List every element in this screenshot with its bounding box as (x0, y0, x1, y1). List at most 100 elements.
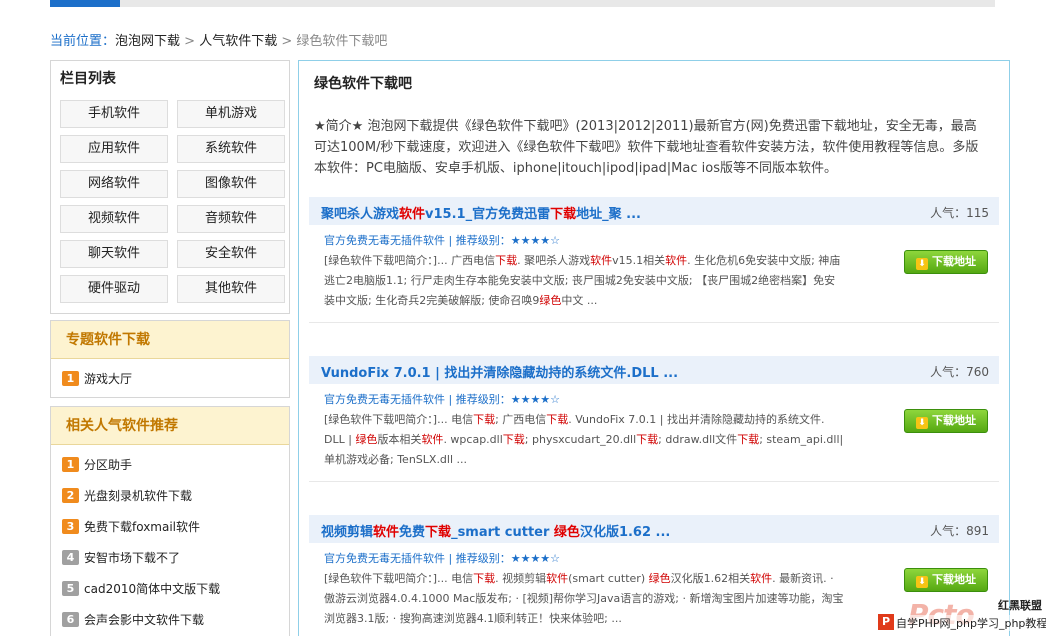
meta-tags-link[interactable]: 官方免费无毒无插件软件 (324, 393, 445, 406)
category-button[interactable]: 图像软件 (177, 170, 285, 198)
rank-badge: 5 (62, 581, 79, 596)
list-item[interactable]: 1 分区助手 (62, 454, 289, 485)
meta-tags-link[interactable]: 官方免费无毒无插件软件 (324, 552, 445, 565)
list-item[interactable]: 3 免费下载foxmail软件 (62, 516, 289, 547)
desc-part: 软件 (421, 433, 444, 446)
title-part: v15.1_官方免费迅雷 (425, 207, 551, 222)
title-part: 下载 (550, 207, 577, 222)
related-panel-title: 相关人气软件推荐 (51, 407, 289, 445)
title-part: 地址_聚 ... (576, 207, 641, 222)
top-nav-bar (50, 0, 995, 7)
list-item-link[interactable]: 安智市场下载不了 (84, 551, 180, 565)
category-button[interactable]: 应用软件 (60, 135, 168, 163)
desc-part: 版本相关 (377, 433, 422, 446)
list-item[interactable]: 1 游戏大厅 (62, 368, 289, 399)
breadcrumb-link-home[interactable]: 泡泡网下载 (115, 34, 180, 49)
desc-part: 汉化版1.62相关 (670, 572, 751, 585)
category-button[interactable]: 手机软件 (60, 100, 168, 128)
entry-meta: 官方免费无毒无插件软件 | 推荐级别：★★★★☆ (324, 232, 560, 248)
breadcrumb-current: 绿色软件下载吧 (296, 34, 388, 49)
popularity-count: 人气：891 (930, 524, 989, 538)
category-button[interactable]: 硬件驱动 (60, 275, 168, 303)
list-item-link[interactable]: 分区助手 (84, 458, 132, 472)
top-nav-active-tab[interactable] (50, 0, 120, 7)
entry-description: [绿色软件下载吧简介：]... 电信下载; 广西电信下载. VundoFix 7… (324, 410, 844, 470)
meta-separator: | (448, 234, 453, 247)
entry-header: 视频剪辑软件免费下载_smart cutter 绿色汉化版1.62 ... 人气：… (309, 515, 999, 543)
list-item-link[interactable]: 免费下载foxmail软件 (84, 520, 200, 534)
watermark-site: 自学PHP网_php学习_php教程 (896, 615, 1046, 631)
category-button[interactable]: 视频软件 (60, 205, 168, 233)
desc-part: ; physxcudart_20.dll (524, 433, 637, 446)
desc-part: 中文 ... (561, 294, 598, 307)
title-part: 绿色 (553, 525, 580, 540)
list-item[interactable]: 6 会声会影中文软件下载 (62, 609, 289, 636)
desc-part: 软件 (665, 254, 688, 267)
list-item[interactable]: 2 光盘刻录机软件下载 (62, 485, 289, 516)
desc-part: (smart cutter) (568, 572, 649, 585)
desc-part: 软件 (546, 572, 569, 585)
topic-panel: 专题软件下载 1 游戏大厅 (50, 320, 290, 398)
list-item[interactable]: 4 安智市场下载不了 (62, 547, 289, 578)
rating-label: 推荐级别： (455, 393, 511, 406)
download-label: 下载地址 (932, 414, 976, 427)
category-button[interactable]: 安全软件 (177, 240, 285, 268)
rank-badge: 4 (62, 550, 79, 565)
desc-part: 下载 (473, 413, 496, 426)
list-item-link[interactable]: 会声会影中文软件下载 (84, 613, 204, 627)
desc-part: 下载 (502, 433, 525, 446)
breadcrumb-link-popular[interactable]: 人气软件下载 (199, 34, 277, 49)
category-panel: 栏目列表 手机软件 单机游戏 应用软件 系统软件 网络软件 图像软件 视频软件 音频软件 聊天软… (50, 60, 290, 314)
related-panel: 相关人气软件推荐 1 分区助手 2 光盘刻录机软件下载 3 免费下载foxmail软件 4 安… (50, 406, 290, 636)
watermark-badge: P (878, 614, 894, 630)
rank-badge: 6 (62, 612, 79, 627)
download-button[interactable]: ⬇ 下载地址 (904, 409, 988, 433)
meta-separator: | (448, 552, 453, 565)
meta-tags-link[interactable]: 官方免费无毒无插件软件 (324, 234, 445, 247)
related-list: 1 分区助手 2 光盘刻录机软件下载 3 免费下载foxmail软件 4 安智市场下载不了 5 c… (51, 445, 289, 636)
list-item-link[interactable]: 游戏大厅 (84, 372, 132, 386)
desc-part: 下载 (546, 413, 569, 426)
list-item-link[interactable]: cad2010简体中文版下载 (84, 582, 220, 596)
list-item[interactable]: 5 cad2010简体中文版下载 (62, 578, 289, 609)
desc-part: [绿色软件下载吧简介：]... 广西电信 (324, 254, 496, 267)
topic-list: 1 游戏大厅 (51, 359, 289, 399)
download-button[interactable]: ⬇ 下载地址 (904, 568, 988, 592)
intro-text: ★简介★ 泡泡网下载提供《绿色软件下载吧》(2013|2012|2011)最新官… (314, 119, 979, 176)
breadcrumb-separator: > (184, 34, 196, 49)
category-button[interactable]: 系统软件 (177, 135, 285, 163)
list-item-link[interactable]: 光盘刻录机软件下载 (84, 489, 192, 503)
desc-part: 下载 (495, 254, 518, 267)
category-grid: 手机软件 单机游戏 应用软件 系统软件 网络软件 图像软件 视频软件 音频软件 聊天软件 安全软件… (51, 97, 289, 303)
download-arrow-icon: ⬇ (916, 258, 928, 270)
download-button[interactable]: ⬇ 下载地址 (904, 250, 988, 274)
title-part: 软件 (373, 525, 400, 540)
entry-title-link[interactable]: 聚吧杀人游戏软件v15.1_官方免费迅雷下载地址_聚 ... (321, 203, 641, 222)
rating-label: 推荐级别： (455, 552, 511, 565)
entry-title-link[interactable]: VundoFix 7.0.1 | 找出并清除隐藏劫持的系统文件.DLL ... (321, 362, 678, 381)
rating-stars: ★★★★☆ (510, 552, 561, 565)
category-button[interactable]: 聊天软件 (60, 240, 168, 268)
breadcrumb-label: 当前位置： (50, 34, 116, 49)
title-part: 聚吧杀人游戏 (321, 207, 400, 222)
entry-header: VundoFix 7.0.1 | 找出并清除隐藏劫持的系统文件.DLL ... 人… (309, 356, 999, 384)
desc-part: ; ddraw.dll文件 (658, 433, 738, 446)
popularity-count: 人气：115 (930, 206, 989, 220)
desc-part: v15.1相关 (612, 254, 666, 267)
category-button[interactable]: 音频软件 (177, 205, 285, 233)
desc-part: [绿色软件下载吧简介：]... 电信 (324, 413, 474, 426)
category-panel-title: 栏目列表 (60, 71, 116, 87)
desc-part: 下载 (737, 433, 760, 446)
entry-title-link[interactable]: 视频剪辑软件免费下载_smart cutter 绿色汉化版1.62 ... (321, 521, 670, 540)
desc-part: 绿色 (355, 433, 378, 446)
breadcrumb-separator: > (281, 34, 293, 49)
category-button[interactable]: 网络软件 (60, 170, 168, 198)
category-button[interactable]: 单机游戏 (177, 100, 285, 128)
category-button[interactable]: 其他软件 (177, 275, 285, 303)
title-part: 汉化版1.62 ... (579, 525, 671, 540)
download-arrow-icon: ⬇ (916, 576, 928, 588)
rating-stars: ★★★★☆ (510, 393, 561, 406)
entry-header: 聚吧杀人游戏软件v15.1_官方免费迅雷下载地址_聚 ... 人气：115 (309, 197, 999, 225)
title-part: _smart cutter (451, 525, 554, 540)
desc-part: 绿色 (539, 294, 562, 307)
